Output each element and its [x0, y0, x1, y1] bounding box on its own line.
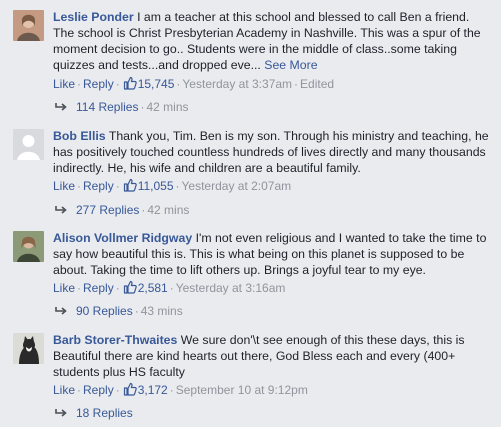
replies-count[interactable]: 114 Replies [76, 100, 138, 114]
replies-link[interactable]: 90 Replies · 43 mins [55, 303, 183, 319]
like-count[interactable]: 15,745 [138, 77, 175, 91]
comment-actions: Like · Reply · 11,055 · Yesterday at 2:07am [53, 178, 292, 193]
comment-body: Barb Storer-Thwaites We sure don'\t see … [53, 332, 493, 380]
avatar[interactable] [13, 231, 44, 262]
reply-arrow-icon [55, 409, 67, 417]
replies-time: 42 mins [147, 203, 190, 217]
comment-text: Thank you, Tim. Ben is my son. Through h… [53, 129, 489, 175]
comment-actions: Like · Reply · 2,581 · Yesterday at 3:16am [53, 280, 286, 295]
replies-time: 42 mins [146, 100, 189, 114]
thumbs-up-icon [123, 76, 137, 90]
replies-count[interactable]: 90 Replies [76, 304, 133, 318]
comment-author[interactable]: Alison Vollmer Ridgway [53, 231, 192, 245]
reply-button[interactable]: Reply [83, 383, 114, 397]
reply-arrow-icon [55, 103, 67, 111]
avatar[interactable] [13, 10, 44, 41]
like-button[interactable]: Like [53, 383, 75, 397]
replies-count[interactable]: 277 Replies [76, 203, 139, 217]
comments-feed: Leslie Ponder I am a teacher at this sch… [0, 0, 501, 427]
reply-arrow-icon [55, 206, 67, 214]
avatar[interactable] [13, 333, 44, 364]
comment-actions: Like · Reply · 3,172 · September 10 at 9:12pm [53, 382, 308, 397]
comment-time[interactable]: Yesterday at 3:37am [182, 77, 292, 91]
replies-time: 43 mins [140, 304, 183, 318]
replies-link[interactable]: 18 Replies [55, 405, 133, 421]
comment-time[interactable]: Yesterday at 2:07am [182, 179, 292, 193]
comment-time[interactable]: Yesterday at 3:16am [176, 281, 286, 295]
reply-arrow-icon [55, 307, 67, 315]
thumbs-up-icon [123, 382, 137, 396]
like-count[interactable]: 2,581 [138, 281, 168, 295]
comment-body: Leslie Ponder I am a teacher at this sch… [53, 9, 493, 73]
thumbs-up-icon [123, 280, 137, 294]
comment-author[interactable]: Barb Storer-Thwaites [53, 333, 177, 347]
edited-label[interactable]: Edited [300, 77, 334, 91]
reply-button[interactable]: Reply [83, 281, 114, 295]
comment-author[interactable]: Bob Ellis [53, 129, 106, 143]
avatar[interactable] [13, 129, 44, 160]
replies-count[interactable]: 18 Replies [76, 406, 133, 420]
thumbs-up-icon [123, 178, 137, 192]
comment-body: Bob Ellis Thank you, Tim. Ben is my son.… [53, 128, 493, 176]
like-count[interactable]: 3,172 [138, 383, 168, 397]
reply-button[interactable]: Reply [83, 77, 114, 91]
comment-time[interactable]: September 10 at 9:12pm [176, 383, 308, 397]
like-button[interactable]: Like [53, 77, 75, 91]
replies-link[interactable]: 114 Replies · 42 mins [55, 99, 189, 115]
see-more-link[interactable]: See More [264, 58, 317, 72]
like-button[interactable]: Like [53, 179, 75, 193]
comment-actions: Like · Reply · 15,745 · Yesterday at 3:37am · Ed… [53, 76, 335, 91]
like-button[interactable]: Like [53, 281, 75, 295]
comment-author[interactable]: Leslie Ponder [53, 10, 134, 24]
replies-link[interactable]: 277 Replies · 42 mins [55, 202, 189, 218]
comment-body: Alison Vollmer Ridgway I'm not even reli… [53, 230, 493, 278]
like-count[interactable]: 11,055 [138, 179, 174, 193]
reply-button[interactable]: Reply [83, 179, 114, 193]
